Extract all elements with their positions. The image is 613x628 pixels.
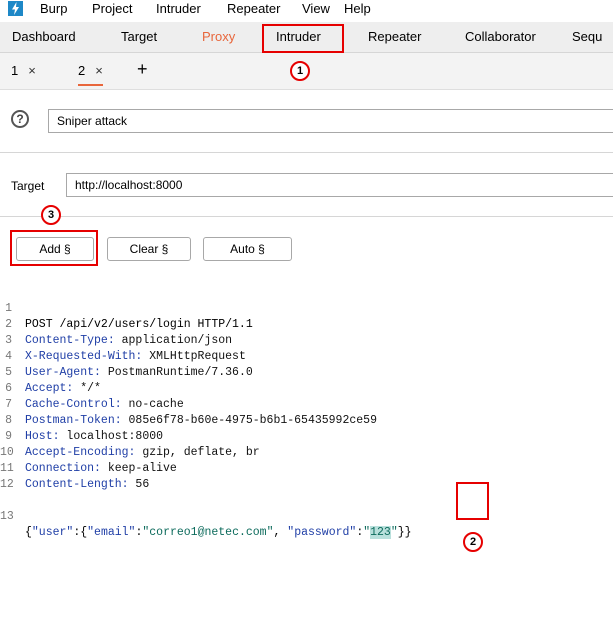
json-key-user: "user" xyxy=(31,526,74,539)
target-label: Target xyxy=(11,179,45,193)
tab-sequencer[interactable]: Sequ xyxy=(572,29,602,44)
body-line: 13 {"user":{"email":"correo1@netec.com",… xyxy=(0,493,412,539)
header-name: Cache-Control: xyxy=(25,398,122,411)
json-quote: " xyxy=(390,526,398,539)
header-name: X-Requested-With: xyxy=(25,350,143,363)
header-value: PostmanRuntime/7.36.0 xyxy=(100,366,253,379)
header-value: localhost:8000 xyxy=(59,430,164,443)
header-name: Content-Length: xyxy=(25,478,129,491)
header-value: 56 xyxy=(128,478,150,491)
header-line: 7 Postman-Token: 085e6f78-b60e-4975-b6b1… xyxy=(0,381,377,427)
annotation-box-payload xyxy=(456,482,489,520)
request-editor[interactable]: 1 POST /api/v2/users/login HTTP/1.1 2 Co… xyxy=(0,280,613,628)
menu-burp[interactable]: Burp xyxy=(40,1,67,16)
annotation-badge-1: 1 xyxy=(290,61,310,81)
request-line-text: POST /api/v2/users/login HTTP/1.1 xyxy=(25,318,253,331)
close-icon[interactable]: × xyxy=(28,63,36,78)
subtab-2[interactable]: 2 × xyxy=(78,63,103,86)
header-name: Postman-Token: xyxy=(25,414,122,427)
json-punct: { xyxy=(25,526,32,539)
header-line: 10 Connection: keep-alive xyxy=(0,429,177,475)
header-name: Host: xyxy=(25,430,60,443)
header-line: 11 Content-Length: 56 xyxy=(0,445,149,491)
json-punct: :{ xyxy=(73,526,88,539)
header-value: 085e6f78-b60e-4975-b6b1-65435992ce59 xyxy=(121,414,377,427)
empty-line: 12 xyxy=(0,461,28,491)
burp-logo-icon xyxy=(8,1,23,16)
header-name: Accept-Encoding: xyxy=(25,446,136,459)
target-url-input[interactable]: http://localhost:8000 xyxy=(66,173,613,197)
header-line: 8 Host: localhost:8000 xyxy=(0,397,163,443)
close-icon[interactable]: × xyxy=(95,63,103,78)
tab-proxy[interactable]: Proxy xyxy=(202,29,235,44)
header-value: XMLHttpRequest xyxy=(142,350,246,363)
divider xyxy=(0,216,613,217)
request-line: 1 POST /api/v2/users/login HTTP/1.1 xyxy=(0,285,253,331)
header-name: Content-Type: xyxy=(25,334,115,347)
subtab-label: 1 xyxy=(11,63,19,78)
add-tab-icon[interactable]: + xyxy=(137,59,148,80)
auto-payload-markers-button[interactable]: Auto § xyxy=(203,237,292,261)
annotation-box-add-button xyxy=(10,230,98,266)
header-line: 5 Accept: */* xyxy=(0,349,101,395)
header-line: 6 Cache-Control: no-cache xyxy=(0,365,184,411)
menu-bar: Burp Project Intruder Repeater View Help xyxy=(0,0,613,19)
help-icon[interactable]: ? xyxy=(11,110,29,128)
header-line: 4 User-Agent: PostmanRuntime/7.36.0 xyxy=(0,333,253,379)
payload-selection[interactable]: 123 xyxy=(370,526,391,539)
header-value: gzip, deflate, br xyxy=(135,446,260,459)
annotation-badge-3: 3 xyxy=(41,205,61,225)
divider xyxy=(0,152,613,153)
menu-repeater[interactable]: Repeater xyxy=(227,1,280,16)
annotation-box-intruder xyxy=(262,24,344,53)
subtab-1[interactable]: 1 × xyxy=(11,63,36,78)
header-name: Connection: xyxy=(25,462,101,475)
json-punct: , xyxy=(273,526,288,539)
tab-collaborator[interactable]: Collaborator xyxy=(465,29,536,44)
subtab-label: 2 xyxy=(78,63,86,78)
json-key-email: "email" xyxy=(87,526,136,539)
json-key-password: "password" xyxy=(287,526,357,539)
tab-repeater[interactable]: Repeater xyxy=(368,29,421,44)
annotation-badge-2: 2 xyxy=(463,532,483,552)
attack-type-select[interactable]: Sniper attack xyxy=(48,109,613,133)
header-line: 9 Accept-Encoding: gzip, deflate, br xyxy=(0,413,260,459)
header-value: */* xyxy=(73,382,101,395)
json-punct: }} xyxy=(397,526,412,539)
header-name: User-Agent: xyxy=(25,366,101,379)
line-number: 12 xyxy=(0,478,14,491)
menu-help[interactable]: Help xyxy=(344,1,371,16)
menu-view[interactable]: View xyxy=(302,1,330,16)
header-value: no-cache xyxy=(121,398,184,411)
menu-project[interactable]: Project xyxy=(92,1,132,16)
header-value: keep-alive xyxy=(100,462,177,475)
tab-dashboard[interactable]: Dashboard xyxy=(12,29,76,44)
line-number: 13 xyxy=(0,510,14,523)
header-value: application/json xyxy=(114,334,233,347)
clear-payload-markers-button[interactable]: Clear § xyxy=(107,237,191,261)
menu-intruder[interactable]: Intruder xyxy=(156,1,201,16)
json-value-email: "correo1@netec.com" xyxy=(142,526,274,539)
tab-target[interactable]: Target xyxy=(121,29,157,44)
header-name: Accept: xyxy=(25,382,74,395)
header-line: 3 X-Requested-With: XMLHttpRequest xyxy=(0,317,246,363)
header-line: 2 Content-Type: application/json xyxy=(0,301,232,347)
